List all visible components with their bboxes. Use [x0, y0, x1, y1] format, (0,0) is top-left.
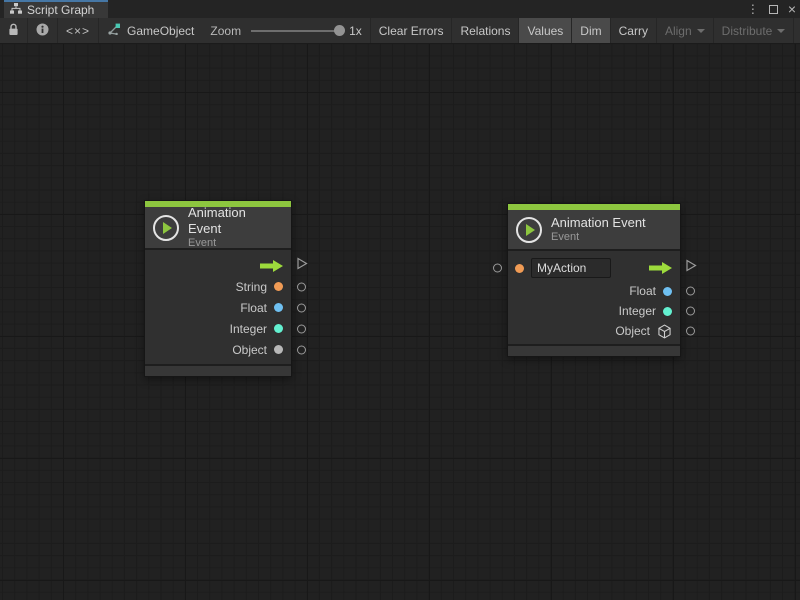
info-icon	[36, 23, 49, 39]
float-output-port[interactable]	[686, 287, 695, 296]
event-play-icon	[516, 217, 542, 243]
lock-button[interactable]	[0, 18, 28, 43]
tab-script-graph[interactable]: Script Graph	[4, 0, 108, 18]
distribute-label: Distribute	[722, 24, 773, 38]
node-footer	[508, 344, 680, 356]
distribute-dropdown[interactable]: Distribute	[714, 18, 795, 43]
port-label: Float	[629, 284, 656, 298]
node-title: Animation Event	[551, 215, 646, 231]
graph-toolbar: <×> GameObject Zoom 1x Clear Errors	[0, 18, 800, 44]
port-row-object: Object	[145, 339, 291, 360]
chevron-down-icon	[697, 29, 705, 33]
edit-source-button[interactable]: <×>	[58, 18, 99, 43]
clear-errors-button[interactable]: Clear Errors	[370, 18, 453, 43]
code-brackets-icon: <×>	[66, 24, 90, 38]
integer-output-port[interactable]	[297, 324, 306, 333]
script-graph-window: Script Graph ⋮ ×	[0, 0, 800, 600]
flow-arrow-icon	[649, 262, 672, 274]
relations-label: Relations	[460, 24, 510, 38]
string-input-port[interactable]	[493, 264, 502, 273]
zoom-value: 1x	[349, 24, 362, 38]
event-play-icon	[153, 215, 179, 241]
values-toggle[interactable]: Values	[519, 18, 572, 43]
port-label: String	[236, 280, 267, 294]
node-header[interactable]: Animation Event Event	[145, 207, 291, 250]
integer-output-port[interactable]	[686, 307, 695, 316]
flow-output-port[interactable]	[296, 256, 308, 275]
graph-hierarchy-icon	[10, 3, 22, 17]
node-body: String Float Integer Object	[145, 250, 291, 364]
lock-icon	[8, 23, 19, 39]
port-row-string: String	[145, 276, 291, 297]
string-output-port[interactable]	[297, 282, 306, 291]
port-label: Float	[240, 301, 267, 315]
node-header[interactable]: Animation Event Event	[508, 210, 680, 251]
flow-arrow-icon	[260, 260, 283, 272]
titlebar: Script Graph ⋮ ×	[0, 0, 800, 18]
dim-toggle[interactable]: Dim	[572, 18, 610, 43]
zoom-label: Zoom	[210, 24, 241, 38]
window-menu-icon[interactable]: ⋮	[747, 2, 759, 16]
zoom-slider[interactable]	[251, 30, 343, 32]
port-label: Integer	[619, 304, 656, 318]
string-type-dot	[515, 264, 524, 273]
port-row-object: Object	[508, 321, 680, 341]
carry-label: Carry	[619, 24, 648, 38]
integer-type-dot	[663, 307, 672, 316]
float-type-dot	[274, 303, 283, 312]
gameobject-graph-icon	[107, 23, 121, 38]
animation-event-node-right[interactable]: Animation Event Event	[507, 203, 681, 357]
port-row-float: Float	[145, 297, 291, 318]
dim-label: Dim	[580, 24, 601, 38]
tab-title: Script Graph	[27, 3, 94, 17]
float-output-port[interactable]	[297, 303, 306, 312]
node-title: Animation Event	[188, 205, 279, 238]
object-type-dot	[274, 345, 283, 354]
values-label: Values	[527, 24, 563, 38]
port-label: Integer	[230, 322, 267, 336]
animation-event-node-left[interactable]: Animation Event Event	[144, 200, 292, 377]
relations-button[interactable]: Relations	[452, 18, 519, 43]
inspect-button[interactable]	[28, 18, 58, 43]
port-row-integer: Integer	[145, 318, 291, 339]
graph-canvas[interactable]: Animation Event Event	[0, 44, 800, 600]
node-subtitle: Event	[551, 231, 646, 244]
graph-target[interactable]: GameObject	[99, 18, 202, 43]
chevron-down-icon	[777, 29, 785, 33]
float-type-dot	[663, 287, 672, 296]
graph-target-label: GameObject	[127, 24, 194, 38]
integer-type-dot	[274, 324, 283, 333]
string-type-dot	[274, 282, 283, 291]
port-row-float: Float	[508, 281, 680, 301]
port-label: Object	[232, 343, 267, 357]
zoom-control: Zoom 1x	[202, 18, 369, 43]
flow-output-row	[145, 255, 291, 276]
align-label: Align	[665, 24, 692, 38]
event-name-input[interactable]	[531, 258, 611, 278]
node-footer	[145, 364, 291, 376]
object-output-port[interactable]	[297, 345, 306, 354]
name-input-row	[508, 255, 680, 281]
cube-icon	[657, 324, 672, 339]
node-body: Float Integer Object	[508, 251, 680, 344]
port-row-integer: Integer	[508, 301, 680, 321]
align-dropdown[interactable]: Align	[657, 18, 714, 43]
flow-output-port[interactable]	[685, 259, 697, 278]
overview-button[interactable]: Overv	[794, 18, 800, 43]
node-subtitle: Event	[188, 237, 279, 250]
close-icon[interactable]: ×	[788, 2, 796, 16]
object-output-port[interactable]	[686, 327, 695, 336]
carry-toggle[interactable]: Carry	[611, 18, 657, 43]
clear-errors-label: Clear Errors	[379, 24, 444, 38]
window-controls: ⋮ ×	[747, 0, 796, 18]
maximize-icon[interactable]	[769, 5, 778, 14]
zoom-slider-handle[interactable]	[334, 25, 345, 36]
port-label: Object	[615, 324, 650, 338]
